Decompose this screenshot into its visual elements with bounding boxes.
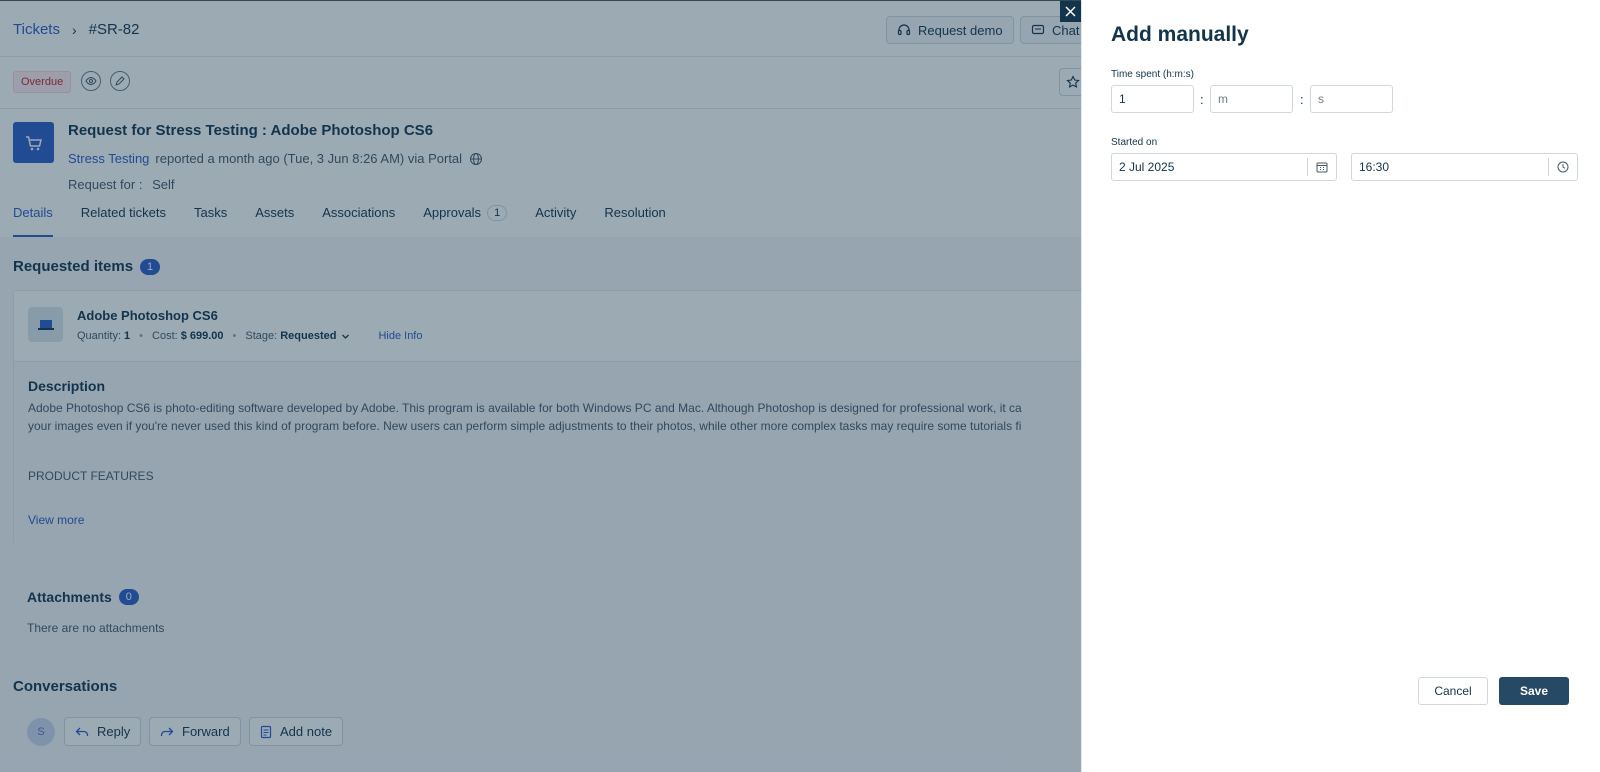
add-time-drawer: Add manually Time spent (h:m:s) 1 : m : … [1081,0,1600,772]
close-icon [1064,5,1077,18]
time-colon: : [1200,92,1204,107]
start-time-value: 16:30 [1359,160,1390,174]
start-date-field[interactable]: 2 Jul 2025 [1111,153,1337,181]
time-spent-label: Time spent (h:m:s) [1111,69,1194,80]
minutes-input[interactable]: m [1210,85,1293,113]
drawer-title: Add manually [1111,23,1249,46]
clock-icon[interactable] [1548,158,1577,176]
close-drawer-button[interactable] [1060,1,1081,22]
save-button[interactable]: Save [1499,677,1569,705]
modal-overlay[interactable] [0,0,1081,772]
start-date-value: 2 Jul 2025 [1119,160,1175,174]
hours-input[interactable]: 1 [1111,85,1194,113]
calendar-icon[interactable] [1307,158,1336,176]
start-time-field[interactable]: 16:30 [1351,153,1578,181]
cancel-button[interactable]: Cancel [1418,677,1488,705]
seconds-input[interactable]: s [1310,85,1393,113]
time-colon: : [1300,92,1304,107]
started-on-label: Started on [1111,137,1158,148]
